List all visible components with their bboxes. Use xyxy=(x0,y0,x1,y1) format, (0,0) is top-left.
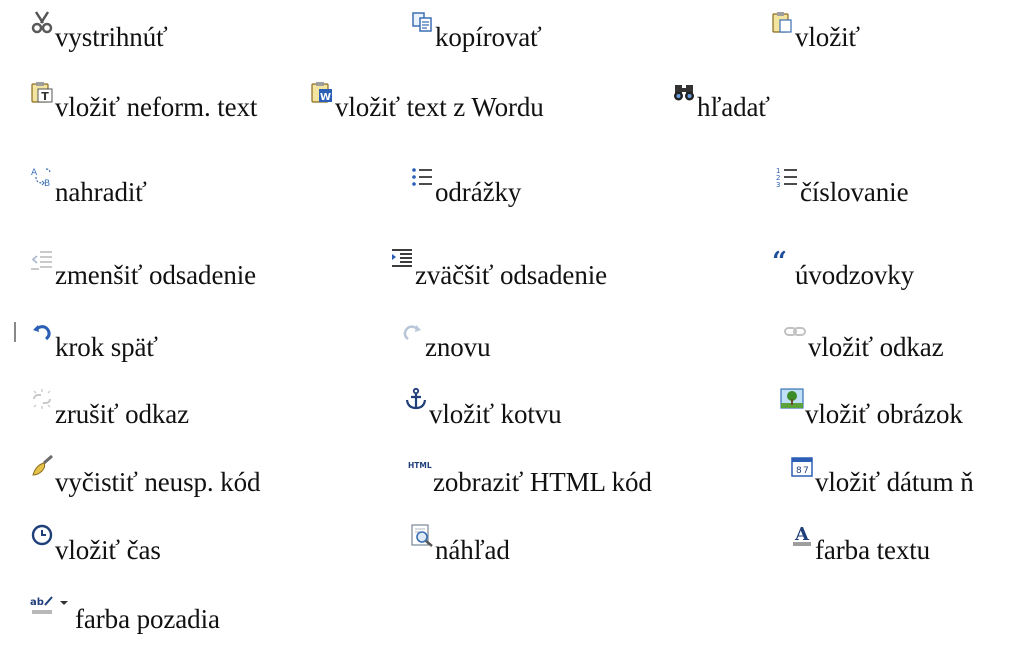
svg-text:3: 3 xyxy=(776,181,780,189)
item-label: vložiť text z Wordu xyxy=(335,92,544,122)
item-label: vložiť čas xyxy=(55,535,161,565)
paste-icon xyxy=(770,10,794,34)
item-label: zobraziť HTML kód xyxy=(433,467,652,497)
item-label: vložiť neform. text xyxy=(55,92,258,122)
indent-icon xyxy=(390,248,414,272)
outdent-icon xyxy=(30,248,54,272)
insert-date-icon: 87 xyxy=(790,455,814,479)
replace-icon: AB xyxy=(30,165,54,189)
item-label: odrážky xyxy=(435,177,522,207)
item-label: zmenšiť odsadenie xyxy=(55,260,257,290)
item-label: hľadať xyxy=(697,92,770,122)
cut-icon xyxy=(30,10,54,34)
item-label: zrušiť odkaz xyxy=(55,399,190,429)
svg-text:HTML: HTML xyxy=(408,461,432,470)
text-color-icon: A xyxy=(790,523,814,547)
preview-icon xyxy=(410,523,434,547)
item-label: nahradiť xyxy=(55,177,147,207)
item-label: vložiť odkaz xyxy=(808,332,944,362)
image-icon xyxy=(780,387,804,411)
item-label: úvodzovky xyxy=(795,260,915,290)
item-label: vyčistiť neusp. kód xyxy=(55,467,261,497)
copy-icon xyxy=(410,10,434,34)
cleanup-brush-icon xyxy=(30,455,54,479)
item-label: kopírovať xyxy=(435,22,542,52)
item-label: číslovanie xyxy=(800,177,909,207)
redo-icon xyxy=(400,320,424,344)
chevron-down-icon[interactable] xyxy=(59,598,69,608)
svg-text:7: 7 xyxy=(803,466,809,476)
html-source-icon: HTML xyxy=(408,455,432,479)
item-label: vložiť dátum ň xyxy=(815,467,974,497)
bulleted-list-icon xyxy=(410,165,434,189)
item-label: vystrihnúť xyxy=(55,22,168,52)
svg-text:T: T xyxy=(41,90,49,103)
item-label: farba textu xyxy=(815,535,931,565)
paste-from-word-icon: W xyxy=(310,80,334,104)
item-label: zväčšiť odsadenie xyxy=(415,260,608,290)
undo-arrow-icon xyxy=(30,320,54,344)
svg-text:A: A xyxy=(794,524,810,545)
item-label: krok späť xyxy=(55,332,158,362)
link-icon xyxy=(783,320,807,344)
svg-text:W: W xyxy=(320,92,331,103)
item-label: vložiť kotvu xyxy=(429,399,562,429)
insert-time-icon xyxy=(30,523,54,547)
svg-text:“: “ xyxy=(772,248,787,272)
blockquote-icon: “ xyxy=(770,248,794,272)
item-label: znovu xyxy=(425,332,491,362)
svg-text:B: B xyxy=(44,179,50,189)
svg-text:ab: ab xyxy=(30,597,44,608)
item-label: vložiť xyxy=(795,22,860,52)
svg-text:8: 8 xyxy=(796,466,802,476)
numbered-list-icon: 123 xyxy=(775,165,799,189)
anchor-icon xyxy=(404,387,428,411)
item-label: náhľad xyxy=(435,535,510,565)
item-label: vložiť obrázok xyxy=(805,399,963,429)
background-color-icon: ab xyxy=(30,592,54,616)
svg-text:A: A xyxy=(31,168,38,178)
unlink-icon xyxy=(30,387,54,411)
item-label: farba pozadia xyxy=(75,604,220,634)
find-binoculars-icon xyxy=(672,80,696,104)
paste-plain-text-icon: T xyxy=(30,80,54,104)
